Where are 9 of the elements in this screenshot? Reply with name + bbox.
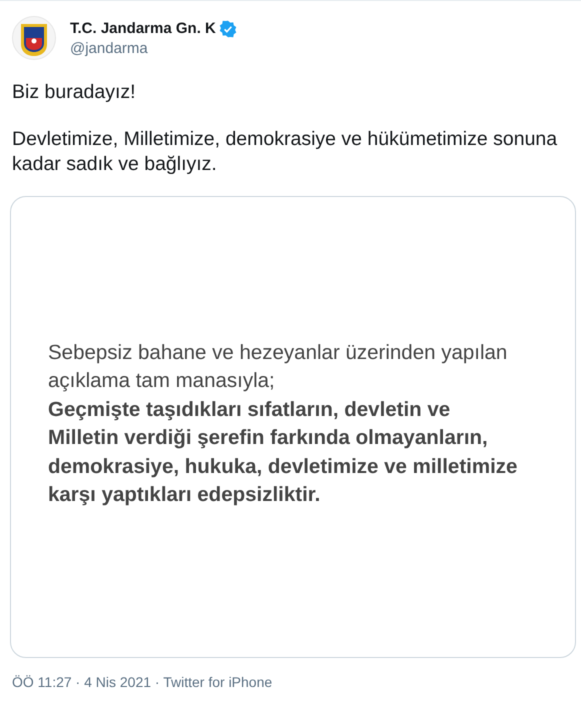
tweet-text: Biz buradayız! xyxy=(12,80,137,105)
avatar-emblem[interactable] xyxy=(12,16,56,60)
author-handle[interactable]: @jandarma xyxy=(70,40,237,56)
tweet-timestamp[interactable]: ÖÖ 11:27 · 4 Nis 2021 · Twitter for iPhone xyxy=(12,674,272,690)
tweet-text: Devletimize, Milletimize, demokrasiye ve hükümetimize sonuna kadar sadık ve bağlıyız. xyxy=(12,127,558,177)
statement-text: Geçmişte taşıdıkları sıfatların, devletin ve Milletin verdiği şerefin farkında olmayanların, demokrasiye, hukuka, devletimize ve milletimize karşı yaptıkları edepsizliktir. xyxy=(48,396,518,508)
statement-intro: Sebepsiz bahane ve hezeyanlar üzerinden yapılan açıklama tam manasıyla; xyxy=(48,340,508,394)
author-name[interactable]: T.C. Jandarma Gn. K xyxy=(70,20,216,37)
media-card[interactable] xyxy=(10,196,576,658)
